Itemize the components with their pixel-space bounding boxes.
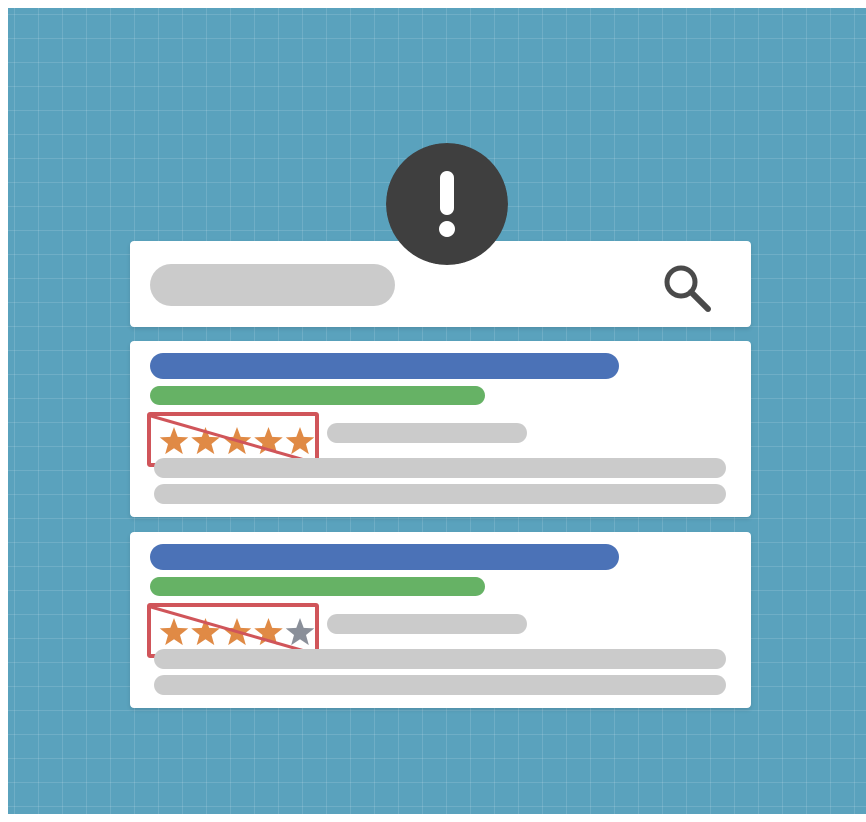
result-description-line xyxy=(154,675,726,695)
search-icon[interactable] xyxy=(658,259,718,319)
search-input[interactable] xyxy=(150,264,395,306)
illustration-canvas xyxy=(8,8,866,814)
result-title-placeholder[interactable] xyxy=(150,353,619,379)
result-url-placeholder xyxy=(150,577,485,596)
result-meta-placeholder xyxy=(327,423,527,443)
result-url-placeholder xyxy=(150,386,485,405)
result-description-line xyxy=(154,484,726,504)
exclamation-icon xyxy=(386,143,508,265)
search-result-card[interactable] xyxy=(130,532,751,708)
result-title-placeholder[interactable] xyxy=(150,544,619,570)
search-result-card[interactable] xyxy=(130,341,751,517)
result-description-line xyxy=(154,649,726,669)
result-description-line xyxy=(154,458,726,478)
result-meta-placeholder xyxy=(327,614,527,634)
